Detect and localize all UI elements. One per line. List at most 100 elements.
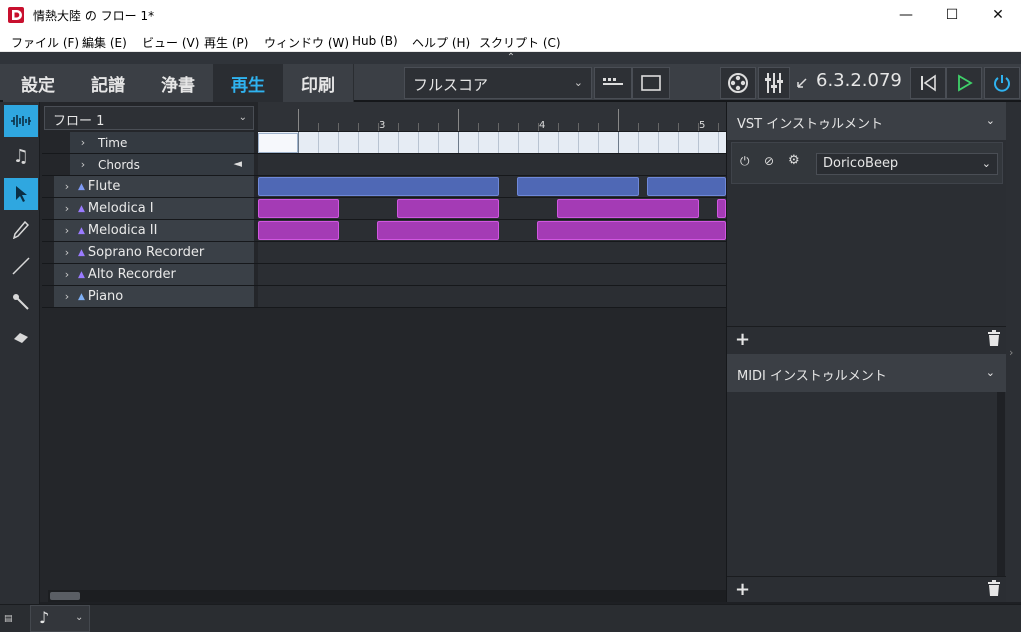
alto-recorder-lane[interactable] xyxy=(258,264,726,285)
menu-help[interactable]: ヘルプ (H) xyxy=(412,34,470,51)
horizontal-scrollbar[interactable] xyxy=(48,590,726,602)
track-row-piano[interactable]: › ▲ Piano xyxy=(42,286,726,308)
scrollbar-thumb[interactable] xyxy=(50,592,80,600)
flute-lane[interactable] xyxy=(258,176,726,197)
track-row-time[interactable]: › Time xyxy=(42,132,726,154)
mode-tab-print[interactable]: 印刷 xyxy=(283,64,354,102)
note-block[interactable] xyxy=(258,221,339,240)
tool-eraser[interactable] xyxy=(4,322,38,354)
note-block[interactable] xyxy=(258,177,499,196)
timeline-ruler[interactable]: 3 4 5 xyxy=(258,102,726,132)
note-block[interactable] xyxy=(537,221,726,240)
note-block[interactable] xyxy=(717,199,726,218)
add-vst-instrument-button[interactable]: + xyxy=(735,329,750,350)
track-header-alto-recorder[interactable]: › ▲ Alto Recorder xyxy=(54,264,254,285)
track-row-soprano-recorder[interactable]: › ▲ Soprano Recorder xyxy=(42,242,726,264)
vst-panel-header[interactable]: VST インストゥルメント ⌄ xyxy=(727,102,1007,140)
chevron-right-icon[interactable]: › xyxy=(76,136,90,149)
page-view-button[interactable] xyxy=(632,67,670,99)
menu-window[interactable]: ウィンドウ (W) xyxy=(264,34,349,51)
maximize-button[interactable]: ☐ xyxy=(929,0,975,30)
mode-tab-write[interactable]: 記譜 xyxy=(73,64,144,102)
transport-expand-button[interactable] xyxy=(792,67,812,99)
right-panel-collapse-strip[interactable]: › xyxy=(1006,102,1021,602)
power-icon[interactable]: ⏻ xyxy=(740,154,750,169)
note-block[interactable] xyxy=(377,221,499,240)
chevron-down-icon[interactable]: ⌄ xyxy=(986,114,995,127)
gear-icon[interactable]: ⚙ xyxy=(788,153,800,168)
mode-tab-play[interactable]: 再生 xyxy=(213,64,284,102)
trash-icon[interactable] xyxy=(987,330,1001,346)
activate-project-button[interactable] xyxy=(984,67,1020,99)
menu-view[interactable]: ビュー (V) xyxy=(142,34,199,51)
chevron-up-icon[interactable]: ⌃ xyxy=(504,52,518,64)
track-name: Melodica II xyxy=(87,223,158,238)
menu-edit[interactable]: 編集 (E) xyxy=(82,34,127,51)
vst-instrument-select[interactable]: DoricoBeep ⌄ xyxy=(816,153,998,175)
note-block[interactable] xyxy=(557,199,699,218)
mixer-button[interactable] xyxy=(758,67,790,99)
tool-line[interactable] xyxy=(4,250,38,282)
note-block[interactable] xyxy=(647,177,726,196)
tool-waveform[interactable] xyxy=(4,105,38,137)
chevron-right-icon[interactable]: › xyxy=(60,246,74,259)
chevron-right-icon[interactable]: › xyxy=(60,224,74,237)
note-value-selector[interactable]: ♪ ⌄ xyxy=(30,605,90,632)
minimize-button[interactable]: — xyxy=(883,0,929,30)
tool-select[interactable] xyxy=(4,178,38,210)
mode-tab-setup[interactable]: 設定 xyxy=(3,64,74,102)
menu-play[interactable]: 再生 (P) xyxy=(204,34,248,51)
speaker-icon[interactable]: ◄ xyxy=(234,157,242,170)
mode-tab-engrave[interactable]: 浄書 xyxy=(143,64,214,102)
layout-selector[interactable]: フルスコア ⌄ xyxy=(404,67,592,99)
add-midi-instrument-button[interactable]: + xyxy=(735,579,750,600)
page-view-icon xyxy=(641,75,661,91)
track-header-melodica-i[interactable]: › ▲ Melodica I xyxy=(54,198,254,219)
chevron-right-icon[interactable]: › xyxy=(76,158,90,171)
galley-view-button[interactable] xyxy=(594,67,632,99)
tool-brush[interactable] xyxy=(4,286,38,318)
chevron-down-icon[interactable]: ⌄ xyxy=(986,366,995,379)
play-button[interactable] xyxy=(946,67,982,99)
soprano-recorder-lane[interactable] xyxy=(258,242,726,263)
track-row-melodica-i[interactable]: › ▲ Melodica I xyxy=(42,198,726,220)
close-button[interactable]: ✕ xyxy=(975,0,1021,30)
midi-panel-scrollbar[interactable] xyxy=(997,392,1005,576)
tool-pencil[interactable] xyxy=(4,214,38,246)
chevron-right-icon[interactable]: › xyxy=(60,180,74,193)
melodica-i-lane[interactable] xyxy=(258,198,726,219)
chevron-right-icon[interactable]: › xyxy=(60,290,74,303)
track-row-melodica-ii[interactable]: › ▲ Melodica II xyxy=(42,220,726,242)
track-header-piano[interactable]: › ▲ Piano xyxy=(54,286,254,307)
track-header-chords[interactable]: › Chords ◄ xyxy=(70,154,254,175)
edit-instrument-icon[interactable]: ⊘ xyxy=(764,154,774,168)
menu-script[interactable]: スクリプト (C) xyxy=(479,34,561,51)
piano-roll-icon[interactable]: ▤ xyxy=(4,609,24,629)
note-block[interactable] xyxy=(517,177,639,196)
menu-file[interactable]: ファイル (F) xyxy=(11,34,79,51)
track-row-alto-recorder[interactable]: › ▲ Alto Recorder xyxy=(42,264,726,286)
rewind-button[interactable] xyxy=(910,67,946,99)
melodica-ii-lane[interactable] xyxy=(258,220,726,241)
ruler-tick xyxy=(538,123,539,131)
music-note-icon: ♪ xyxy=(39,608,50,627)
chevron-right-icon[interactable]: › xyxy=(60,268,74,281)
track-header-melodica-ii[interactable]: › ▲ Melodica II xyxy=(54,220,254,241)
track-header-time[interactable]: › Time xyxy=(70,132,254,153)
tool-notes[interactable]: ♫ xyxy=(4,140,38,172)
note-block[interactable] xyxy=(258,199,339,218)
track-row-chords[interactable]: › Chords ◄ xyxy=(42,154,726,176)
trash-icon[interactable] xyxy=(987,580,1001,596)
chevron-right-icon[interactable]: › xyxy=(1009,346,1013,359)
chevron-right-icon[interactable]: › xyxy=(60,202,74,215)
piano-lane[interactable] xyxy=(258,286,726,307)
midi-panel-header[interactable]: MIDI インストゥルメント ⌄ xyxy=(727,354,1007,392)
note-block[interactable] xyxy=(397,199,499,218)
chords-lane[interactable] xyxy=(258,154,726,175)
track-header-flute[interactable]: › ▲ Flute xyxy=(54,176,254,197)
track-header-soprano-recorder[interactable]: › ▲ Soprano Recorder xyxy=(54,242,254,263)
video-button[interactable] xyxy=(720,67,756,99)
track-row-flute[interactable]: › ▲ Flute xyxy=(42,176,726,198)
flow-selector[interactable]: フロー 1 ⌄ xyxy=(44,106,254,130)
menu-hub[interactable]: Hub (B) xyxy=(352,34,398,48)
